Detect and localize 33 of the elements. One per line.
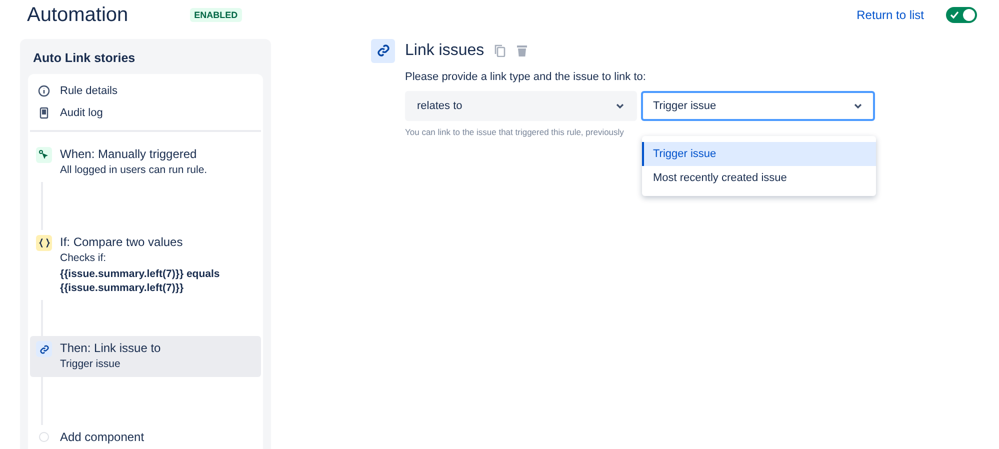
- step-title: If: Compare two values: [60, 235, 184, 250]
- check-icon: [950, 11, 959, 20]
- rule-name: Auto Link stories: [33, 50, 136, 65]
- link-type-select[interactable]: relates to: [405, 90, 637, 121]
- step-detail: Trigger issue: [60, 358, 122, 372]
- sidebar-menu-item[interactable]: Rule details: [28, 80, 263, 102]
- page-title: Automation: [27, 4, 128, 27]
- rule-step[interactable]: Then: Link issue to Trigger issue: [30, 336, 261, 377]
- return-to-list-link[interactable]: Return to list: [856, 8, 924, 22]
- issue-select[interactable]: Trigger issue: [641, 90, 875, 121]
- document-icon: [38, 106, 50, 119]
- editor-title: Link issues: [405, 42, 484, 60]
- link-icon: [371, 38, 395, 63]
- sidebar-menu-item[interactable]: Audit log: [28, 102, 263, 124]
- step-expression: {{issue.summary.left(7)}} equals {{issue.summary.left(7)}}: [60, 268, 221, 296]
- trash-icon[interactable]: [516, 44, 528, 58]
- enable-toggle[interactable]: [946, 7, 977, 24]
- cursor-click-icon: [36, 146, 52, 163]
- link-icon: [36, 341, 52, 358]
- empty-circle-icon: [39, 432, 49, 442]
- step-title: Add component: [60, 430, 144, 444]
- copy-icon[interactable]: [494, 44, 506, 58]
- step-title: When: Manually triggered: [60, 146, 198, 161]
- dropdown-option[interactable]: Most recently created issue: [642, 166, 876, 190]
- step-title: Then: Link issue to: [60, 341, 161, 356]
- hint-text: You can link to the issue that triggered this rule, previously: [405, 126, 625, 137]
- prompt-text: Please provide a link type and the issue to link to:: [405, 70, 647, 83]
- braces-icon: [36, 235, 52, 252]
- step-detail: Checks if:: [60, 252, 108, 266]
- info-icon: [38, 84, 50, 97]
- step-detail: All logged in users can run rule.: [60, 164, 208, 178]
- status-lozenge: ENABLED: [190, 8, 242, 22]
- dropdown-option[interactable]: Trigger issue: [642, 142, 876, 166]
